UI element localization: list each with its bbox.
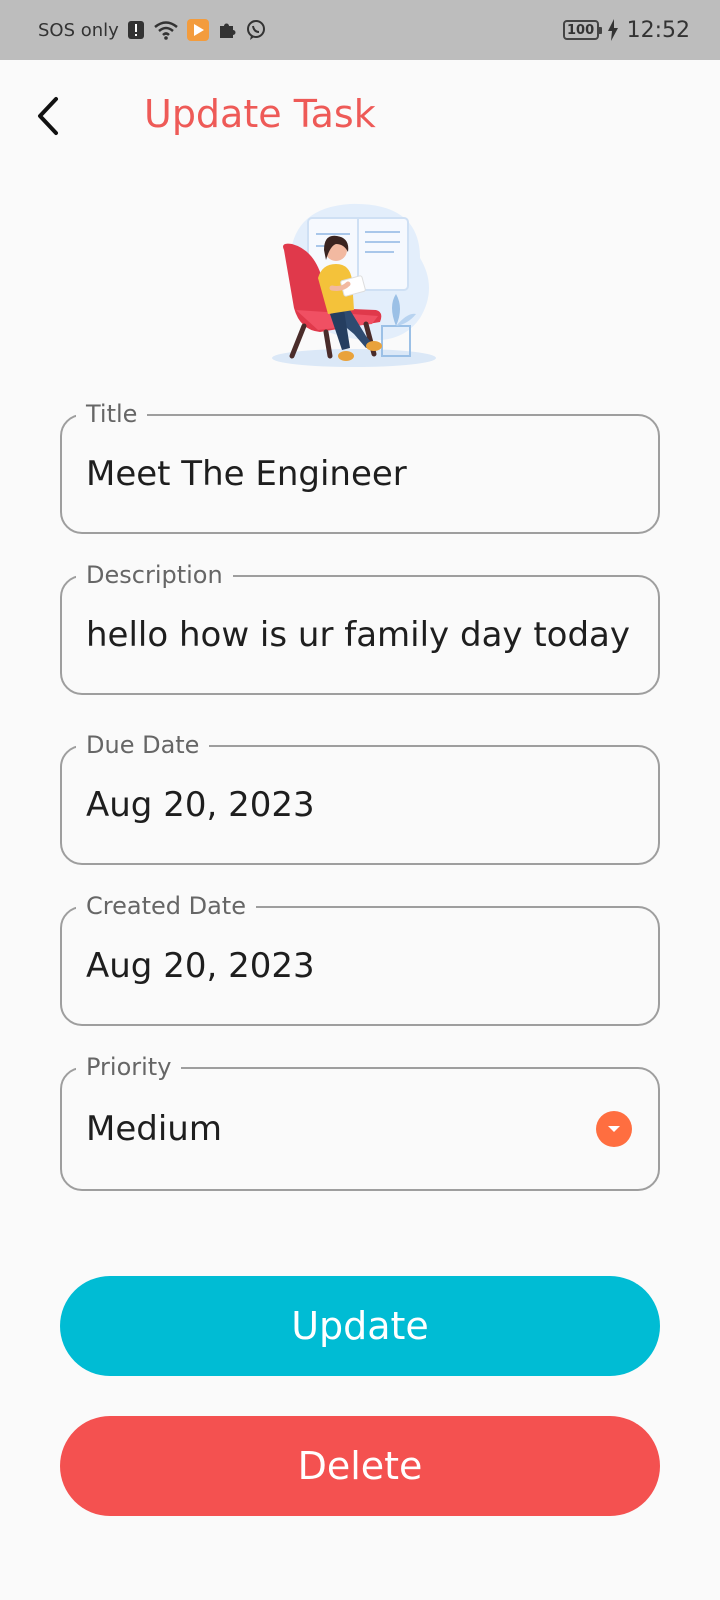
priority-dropdown[interactable]: Priority Medium — [60, 1053, 660, 1191]
viber-icon — [245, 19, 267, 41]
description-field-value[interactable]: hello how is ur family day today si — [86, 615, 638, 655]
description-field[interactable]: Description hello how is ur family day t… — [60, 561, 660, 695]
alert-icon — [127, 20, 145, 40]
title-field[interactable]: Title Meet The Engineer — [60, 400, 660, 534]
chevron-down-icon[interactable] — [596, 1111, 632, 1147]
due-date-field-value[interactable]: Aug 20, 2023 — [86, 785, 638, 825]
status-right: 100 12:52 — [562, 17, 690, 43]
title-field-label: Title — [76, 400, 148, 428]
update-button[interactable]: Update — [60, 1276, 660, 1376]
status-bar: SOS only 100 12:52 — [0, 0, 720, 60]
wifi-icon — [153, 20, 179, 40]
due-date-field-label: Due Date — [76, 731, 210, 759]
page-title: Update Task — [144, 92, 376, 136]
created-date-field[interactable]: Created Date Aug 20, 2023 — [60, 892, 660, 1026]
delete-button[interactable]: Delete — [60, 1416, 660, 1516]
created-date-field-label: Created Date — [76, 892, 256, 920]
puzzle-icon — [217, 20, 237, 40]
clock: 12:52 — [626, 17, 690, 43]
title-field-value[interactable]: Meet The Engineer — [86, 454, 638, 494]
created-date-field-value[interactable]: Aug 20, 2023 — [86, 946, 638, 986]
due-date-field[interactable]: Due Date Aug 20, 2023 — [60, 731, 660, 865]
battery-icon: 100 — [562, 20, 602, 40]
chevron-left-icon — [38, 97, 58, 135]
priority-field-label: Priority — [76, 1053, 182, 1081]
description-field-label: Description — [76, 561, 233, 589]
woman-reading-illustration — [270, 198, 446, 378]
sos-status-text: SOS only — [38, 19, 119, 41]
media-play-icon — [186, 19, 209, 41]
charging-icon — [607, 19, 619, 41]
back-button[interactable] — [28, 96, 68, 136]
status-left: SOS only — [38, 19, 267, 41]
priority-selected-value: Medium — [86, 1109, 222, 1149]
